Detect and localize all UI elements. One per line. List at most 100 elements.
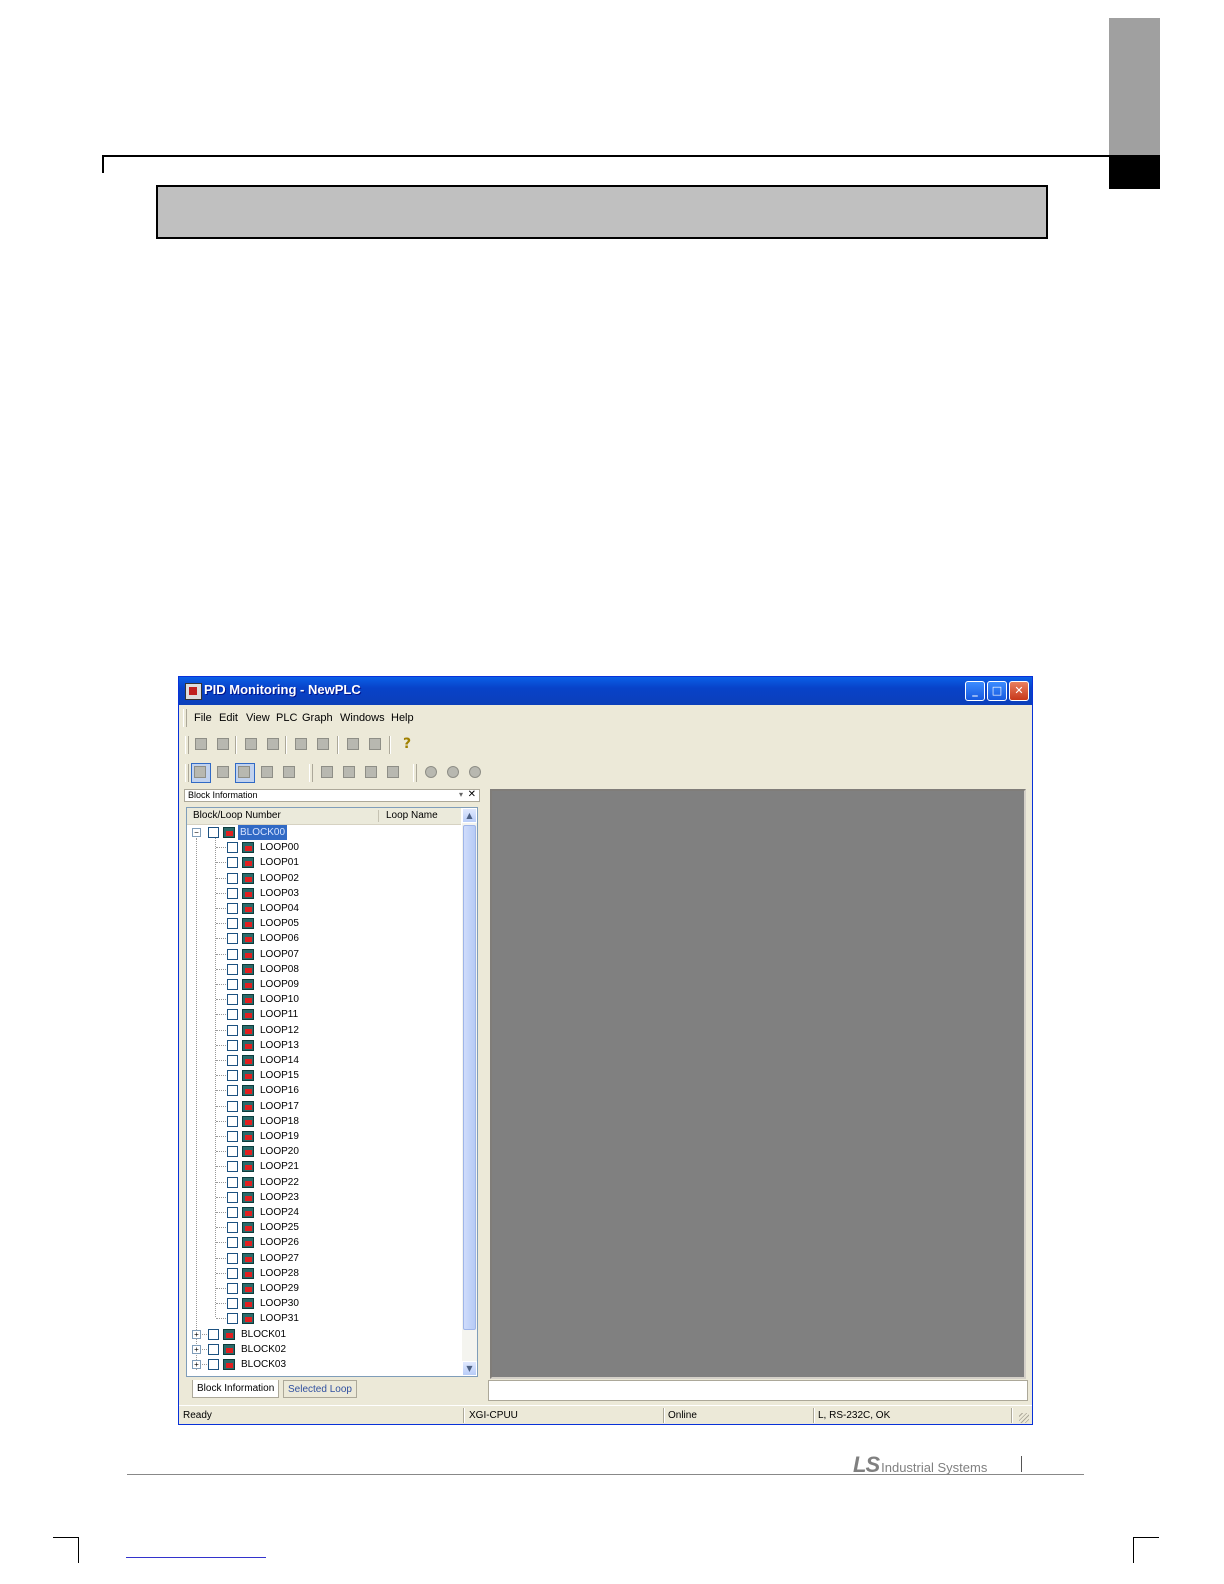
block-checkbox[interactable] (208, 1359, 219, 1370)
loop-checkbox[interactable] (227, 1115, 238, 1127)
loop-label[interactable]: LOOP30 (260, 1296, 299, 1311)
tree-row-loop[interactable]: LOOP09 (187, 977, 461, 992)
menu-plc[interactable]: PLC (276, 712, 297, 724)
menu-edit[interactable]: Edit (219, 712, 238, 724)
loop-label[interactable]: LOOP17 (260, 1099, 299, 1114)
block-label[interactable]: BLOCK03 (241, 1357, 286, 1372)
tree-row-loop[interactable]: LOOP02 (187, 871, 461, 886)
title-bar[interactable]: PID Monitoring - NewPLC _ □ ✕ (179, 677, 1032, 705)
tree-row-loop[interactable]: LOOP12 (187, 1023, 461, 1038)
print-preview-icon[interactable] (367, 736, 383, 752)
tree-row-block[interactable]: + BLOCK02 (187, 1342, 461, 1357)
loop-checkbox[interactable] (227, 1191, 238, 1203)
tree-row-loop[interactable]: LOOP11 (187, 1007, 461, 1022)
loop-checkbox[interactable] (227, 1009, 238, 1021)
loop-checkbox[interactable] (227, 1161, 238, 1173)
tree-row-loop[interactable]: LOOP19 (187, 1129, 461, 1144)
menu-graph[interactable]: Graph (302, 712, 333, 724)
scroll-down-icon[interactable]: ▼ (462, 1361, 477, 1376)
tree-row-loop[interactable]: LOOP25 (187, 1220, 461, 1235)
tree-row-loop[interactable]: LOOP16 (187, 1083, 461, 1098)
loop-checkbox[interactable] (227, 872, 238, 884)
loop-checkbox[interactable] (227, 1070, 238, 1082)
loop-checkbox[interactable] (227, 918, 238, 930)
tree-row-loop[interactable]: LOOP18 (187, 1114, 461, 1129)
arrange-icon[interactable] (385, 764, 401, 780)
loop-checkbox[interactable] (227, 1207, 238, 1218)
loop-checkbox[interactable] (227, 1176, 238, 1188)
tree-row-loop[interactable]: LOOP06 (187, 931, 461, 946)
toolbar-grip[interactable] (413, 764, 417, 782)
zoom-in-icon[interactable] (423, 764, 439, 780)
loop-checkbox[interactable] (227, 1298, 238, 1310)
loop-label[interactable]: LOOP08 (260, 962, 299, 977)
loop-checkbox[interactable] (227, 903, 238, 914)
tree-row-loop[interactable]: LOOP30 (187, 1296, 461, 1311)
cascade-icon[interactable] (319, 764, 335, 780)
tree-row-block[interactable]: + BLOCK03 (187, 1357, 461, 1372)
loop-checkbox[interactable] (227, 1085, 238, 1097)
loop-checkbox[interactable] (227, 979, 238, 990)
tree-row-loop[interactable]: LOOP01 (187, 855, 461, 870)
loop-label[interactable]: LOOP11 (260, 1007, 298, 1022)
menu-windows[interactable]: Windows (340, 712, 385, 724)
column-block-loop-number[interactable]: Block/Loop Number (193, 810, 281, 821)
tree-row-loop[interactable]: LOOP22 (187, 1175, 461, 1190)
monitor4-icon[interactable] (281, 764, 297, 780)
paste-icon[interactable] (265, 736, 281, 752)
tree-row-block[interactable]: − BLOCK00 (187, 825, 461, 840)
loop-label[interactable]: LOOP27 (260, 1251, 299, 1266)
tree-row-loop[interactable]: LOOP17 (187, 1099, 461, 1114)
block-checkbox[interactable] (208, 1343, 219, 1355)
tab-selected-loop[interactable]: Selected Loop (283, 1380, 357, 1398)
loop-label[interactable]: LOOP06 (260, 931, 299, 946)
loop-checkbox[interactable] (227, 1146, 238, 1158)
loop-label[interactable]: LOOP24 (260, 1205, 299, 1220)
loop-checkbox[interactable] (227, 1252, 238, 1264)
loop-label[interactable]: LOOP19 (260, 1129, 299, 1144)
loop-checkbox[interactable] (227, 933, 238, 945)
tree-row-block[interactable]: + BLOCK01 (187, 1327, 461, 1342)
loop-label[interactable]: LOOP16 (260, 1083, 299, 1098)
loop-checkbox[interactable] (227, 1131, 238, 1142)
paste2-icon[interactable] (315, 736, 331, 752)
loop-label[interactable]: LOOP03 (260, 886, 299, 901)
panel-close-icon[interactable]: ✕ (468, 789, 476, 800)
loop-label[interactable]: LOOP15 (260, 1068, 299, 1083)
minimize-button[interactable]: _ (965, 681, 985, 701)
monitor2-icon[interactable] (215, 764, 231, 780)
tree-row-loop[interactable]: LOOP08 (187, 962, 461, 977)
scroll-up-icon[interactable]: ▲ (462, 808, 477, 823)
tree-row-loop[interactable]: LOOP00 (187, 840, 461, 855)
loop-label[interactable]: LOOP25 (260, 1220, 299, 1235)
tree-row-loop[interactable]: LOOP20 (187, 1144, 461, 1159)
block-label[interactable]: BLOCK01 (241, 1327, 286, 1342)
loop-checkbox[interactable] (227, 1237, 238, 1249)
loop-checkbox[interactable] (227, 1222, 238, 1234)
scroll-thumb[interactable] (463, 825, 476, 1330)
collapse-icon[interactable]: − (192, 828, 201, 837)
loop-label[interactable]: LOOP10 (260, 992, 299, 1007)
save-icon[interactable] (215, 736, 231, 752)
loop-label[interactable]: LOOP26 (260, 1235, 299, 1250)
loop-label[interactable]: LOOP21 (260, 1159, 299, 1174)
footer-link-underline[interactable] (126, 1557, 266, 1558)
monitor3-icon[interactable] (259, 764, 275, 780)
loop-checkbox[interactable] (227, 963, 238, 975)
tree-row-loop[interactable]: LOOP31 (187, 1311, 461, 1326)
loop-label[interactable]: LOOP23 (260, 1190, 299, 1205)
tree-row-loop[interactable]: LOOP10 (187, 992, 461, 1007)
loop-label[interactable]: LOOP01 (260, 855, 299, 870)
loop-label[interactable]: LOOP05 (260, 916, 299, 931)
loop-label[interactable]: LOOP02 (260, 871, 299, 886)
mdi-workspace[interactable] (490, 789, 1026, 1379)
loop-label[interactable]: LOOP07 (260, 947, 299, 962)
loop-label[interactable]: LOOP12 (260, 1023, 299, 1038)
expand-icon[interactable]: + (192, 1329, 201, 1339)
toolbar-grip[interactable] (309, 764, 313, 782)
tree-scrollbar[interactable]: ▲ ▼ (462, 808, 477, 1376)
tree-row-loop[interactable]: LOOP29 (187, 1281, 461, 1296)
loop-checkbox[interactable] (227, 1039, 238, 1051)
loop-label[interactable]: LOOP22 (260, 1175, 299, 1190)
expand-icon[interactable]: + (192, 1360, 201, 1369)
